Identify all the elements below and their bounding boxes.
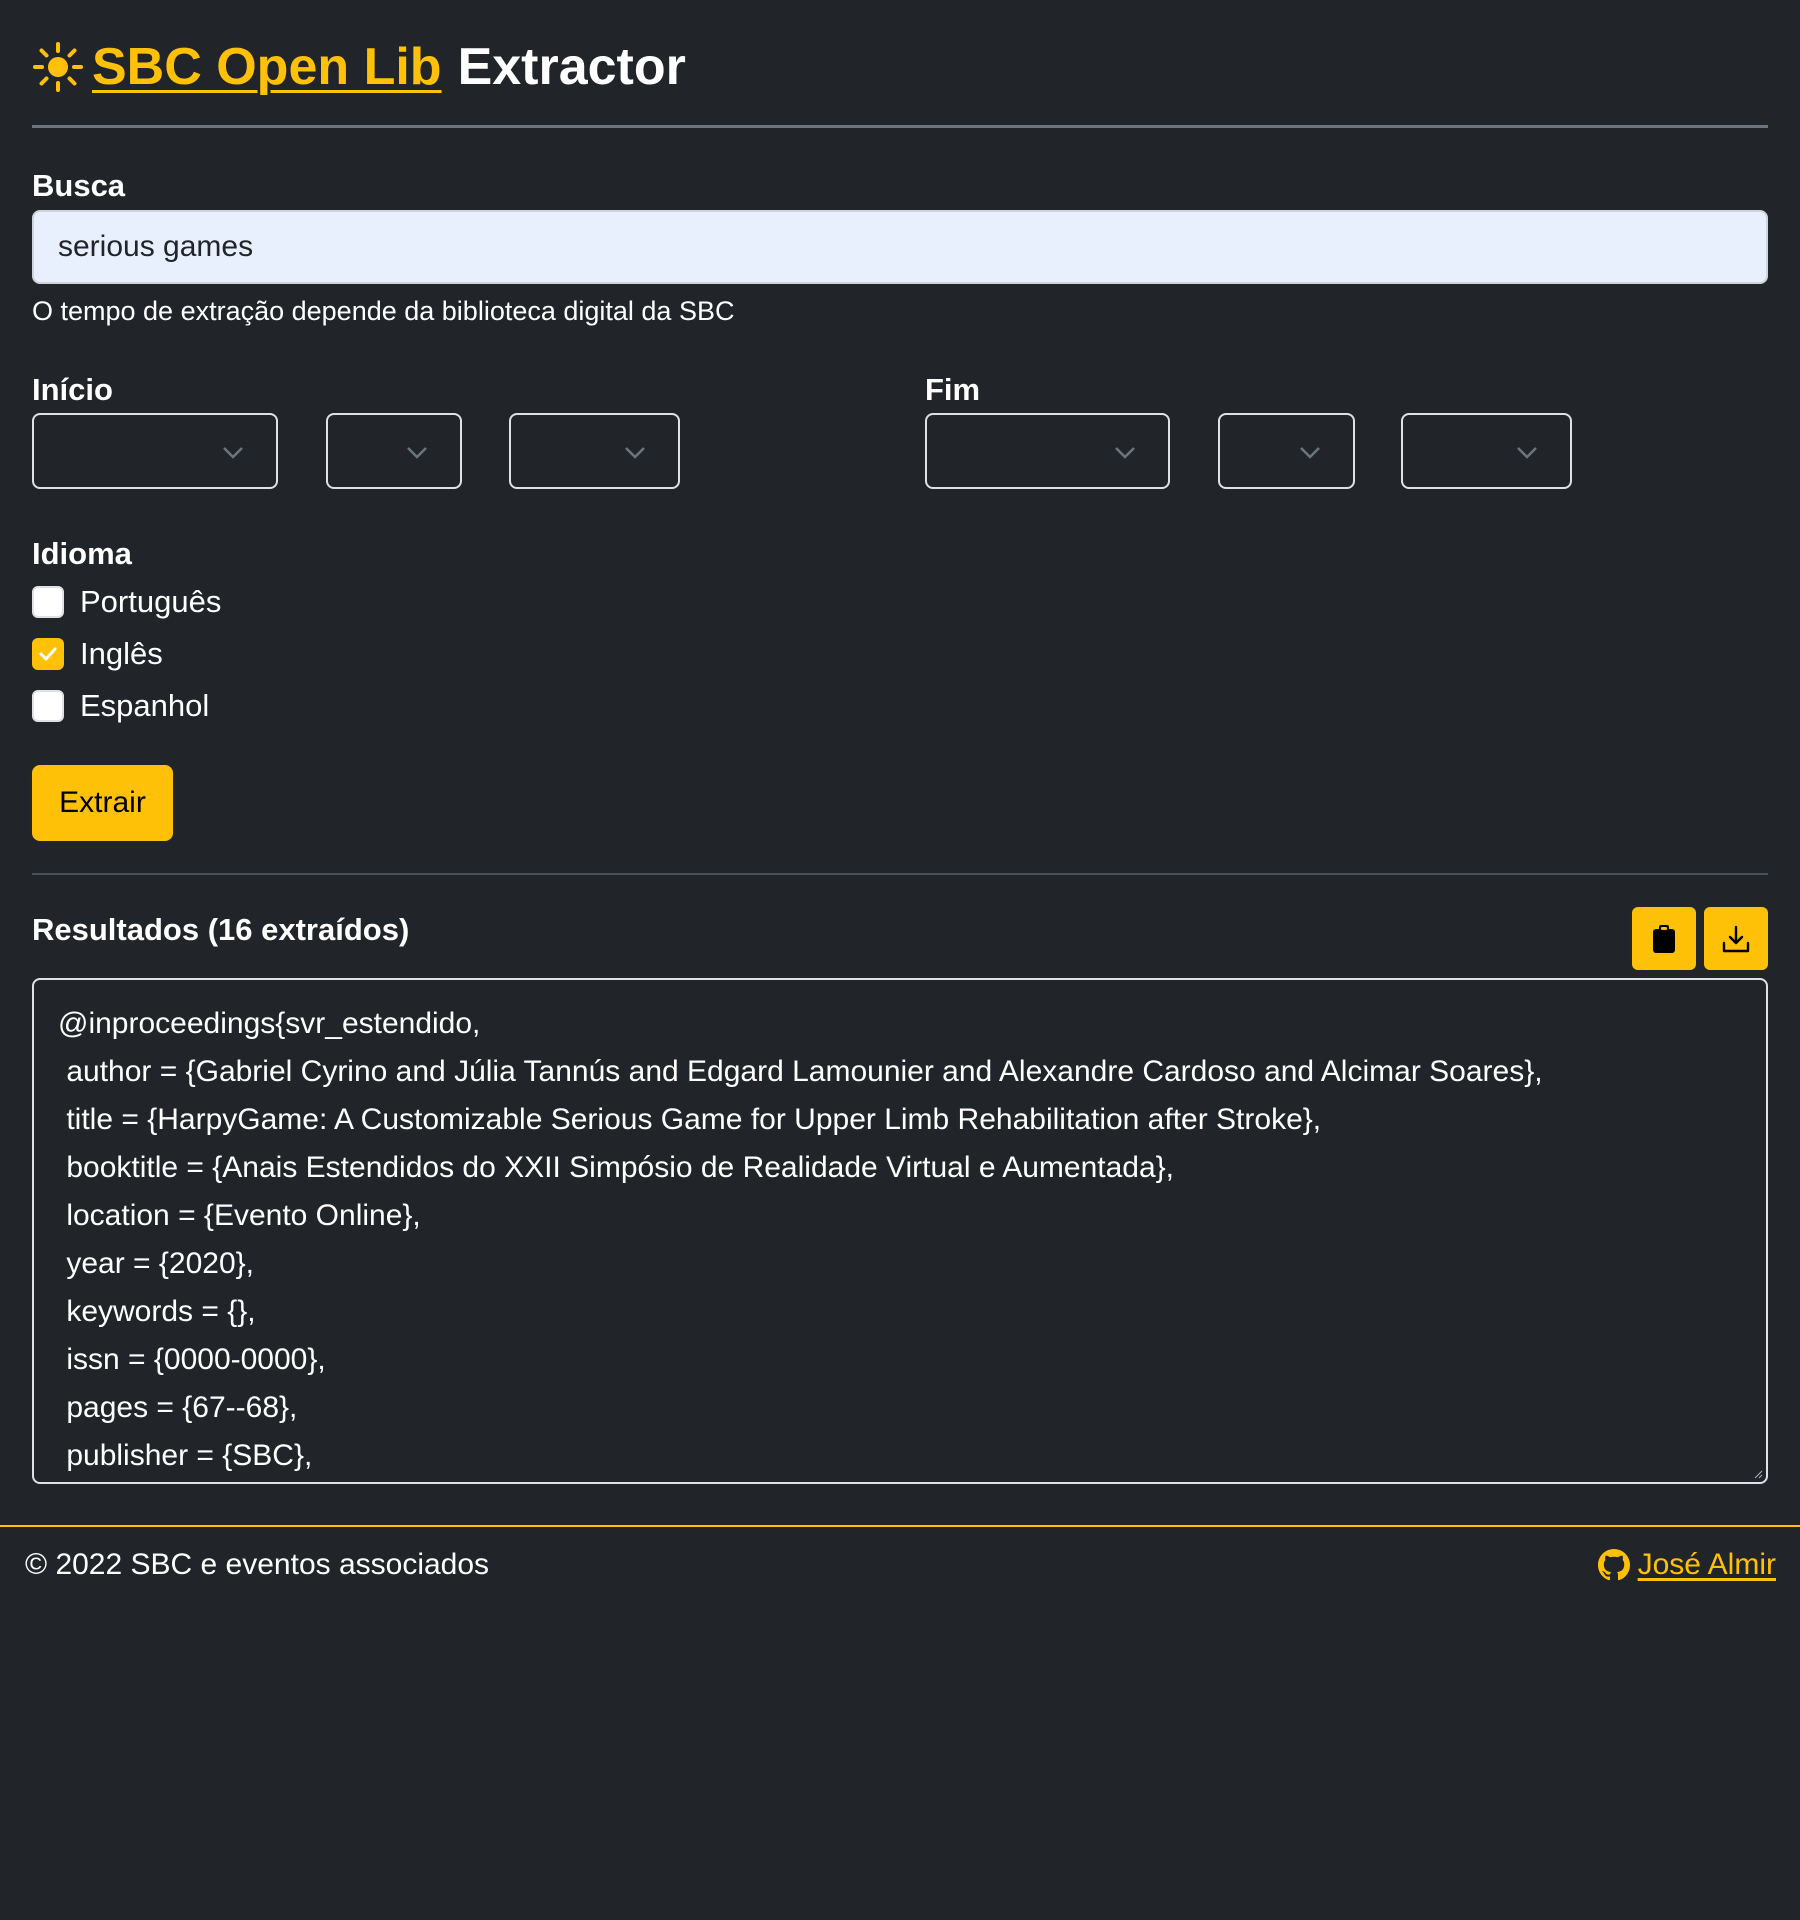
results-line: keywords = {}, xyxy=(58,1295,256,1328)
end-day-select[interactable] xyxy=(925,413,1170,489)
language-label: Idioma xyxy=(32,536,132,571)
start-year-select[interactable] xyxy=(509,413,680,489)
results-line: location = {Evento Online}, xyxy=(58,1199,421,1232)
page: SBC Open Lib Extractor Busca O tempo de … xyxy=(0,0,1800,1920)
checkbox-ingles[interactable] xyxy=(32,638,64,670)
search-help-text: O tempo de extração depende da bibliotec… xyxy=(32,296,735,326)
chevron-down-icon xyxy=(1115,447,1135,459)
language-option-espanhol[interactable]: Espanhol xyxy=(32,686,209,726)
header-divider xyxy=(32,125,1768,128)
copy-button[interactable] xyxy=(1632,907,1696,970)
page-header: SBC Open Lib Extractor xyxy=(32,32,686,102)
search-input[interactable] xyxy=(32,210,1768,284)
end-year-select[interactable] xyxy=(1401,413,1572,489)
footer-copyright: © 2022 SBC e eventos associados xyxy=(25,1548,490,1581)
chevron-down-icon xyxy=(1517,447,1537,459)
results-line: @inproceedings{svr_estendido, xyxy=(58,1007,481,1040)
author-link[interactable]: José Almir xyxy=(1638,1548,1776,1582)
checkmark-icon xyxy=(39,647,57,661)
sun-icon xyxy=(32,41,84,93)
brand-link[interactable]: SBC Open Lib xyxy=(92,37,442,97)
results-line: booktitle = {Anais Estendidos do XXII Si… xyxy=(58,1151,1175,1184)
results-line: year = {2020}, xyxy=(58,1247,254,1280)
checkbox-label: Espanhol xyxy=(80,688,210,723)
results-title: Resultados (16 extraídos) xyxy=(32,912,410,947)
chevron-down-icon xyxy=(407,447,427,459)
resize-grip-icon[interactable] xyxy=(1753,1469,1763,1479)
chevron-down-icon xyxy=(625,447,645,459)
section-divider xyxy=(32,873,1768,875)
download-icon xyxy=(1722,925,1750,952)
end-date-label: Fim xyxy=(925,372,981,407)
search-label: Busca xyxy=(32,168,126,203)
results-textarea[interactable]: @inproceedings{svr_estendido, author = {… xyxy=(32,978,1768,1484)
footer-divider xyxy=(0,1525,1800,1527)
results-line: author = {Gabriel Cyrino and Júlia Tannú… xyxy=(58,1055,1543,1088)
results-line: pages = {67--68}, xyxy=(58,1391,298,1424)
chevron-down-icon xyxy=(223,447,243,459)
results-line: title = {HarpyGame: A Customizable Serio… xyxy=(58,1103,1322,1136)
checkbox-label: Português xyxy=(80,584,222,619)
checkbox-portugues[interactable] xyxy=(32,586,64,618)
page-title: Extractor xyxy=(457,38,686,96)
start-month-select[interactable] xyxy=(326,413,462,489)
start-date-label: Início xyxy=(32,372,113,407)
chevron-down-icon xyxy=(1300,447,1320,459)
results-line: publisher = {SBC}, xyxy=(58,1439,313,1472)
download-button[interactable] xyxy=(1704,907,1768,970)
end-month-select[interactable] xyxy=(1218,413,1355,489)
footer-author: José Almir xyxy=(1597,1548,1776,1582)
github-icon xyxy=(1597,1549,1630,1581)
clipboard-icon xyxy=(1653,924,1675,953)
checkbox-label: Inglês xyxy=(80,636,163,671)
extract-button[interactable]: Extrair xyxy=(32,765,173,841)
checkbox-espanhol[interactable] xyxy=(32,690,64,722)
start-day-select[interactable] xyxy=(32,413,278,489)
language-option-ingles[interactable]: Inglês xyxy=(32,634,163,674)
language-option-portugues[interactable]: Português xyxy=(32,582,221,622)
results-line: issn = {0000-0000}, xyxy=(58,1343,326,1376)
